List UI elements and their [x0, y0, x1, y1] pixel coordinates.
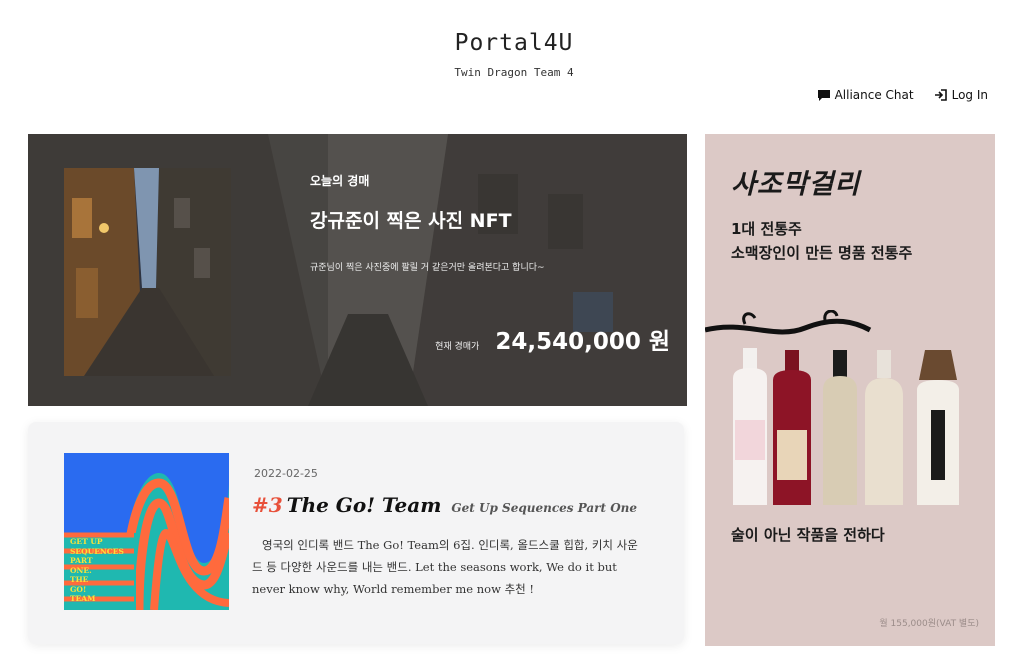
- auction-description: 규준님이 찍은 사진중에 팔릴 거 같은거만 올려본다고 합니다~: [310, 263, 545, 273]
- price-value: 24,540,000 원: [495, 329, 670, 355]
- rank-number: #3: [252, 493, 283, 517]
- album-cover[interactable]: GET UP SEQUENCES PART ONE. THE GO! TEAM: [64, 453, 229, 610]
- album-heading: #3 The Go! Team Get Up Sequences Part On…: [252, 493, 637, 517]
- bottle-lineup-image: [705, 309, 995, 510]
- band-name[interactable]: The Go! Team: [287, 493, 442, 517]
- nft-photo-thumbnail[interactable]: [64, 168, 231, 376]
- auction-price: 현재 경매가 24,540,000 원: [435, 322, 670, 356]
- price-label: 현재 경매가: [435, 342, 480, 352]
- album-art-text-5: GO!: [70, 584, 87, 594]
- auction-title[interactable]: 강규준이 찍은 사진 NFT: [310, 206, 512, 233]
- login-label: Log In: [951, 88, 988, 102]
- album-art-text-1: SEQUENCES: [70, 546, 124, 556]
- login-arrow-icon: [934, 89, 947, 101]
- alliance-chat-link[interactable]: Alliance Chat: [817, 88, 914, 102]
- ad-headline-line2: 소맥장인이 만든 명품 전통주: [731, 244, 913, 262]
- post-date: 2022-02-25: [254, 467, 318, 480]
- chat-bubble-icon: [817, 89, 830, 101]
- album-art-text-3: ONE.: [70, 565, 92, 575]
- auction-hero[interactable]: 오늘의 경매 강규준이 찍은 사진 NFT 규준님이 찍은 사진중에 팔릴 거 …: [28, 134, 687, 406]
- ad-brand-logo: 사조막걸리: [731, 169, 861, 200]
- album-name: Get Up Sequences Part One: [451, 501, 638, 515]
- makgeolli-ad-banner[interactable]: 사조막걸리 1대 전통주 소맥장인이 만든 명품 전통주 술이 아닌 작품을 전…: [705, 134, 995, 646]
- ad-tagline: 술이 아닌 작품을 전하다: [731, 526, 885, 544]
- ad-headline-line1: 1대 전통주: [731, 220, 802, 238]
- site-subtitle: Twin Dragon Team 4: [454, 66, 574, 79]
- album-art-text-0: GET UP: [70, 537, 103, 546]
- album-art-text-6: TEAM: [70, 594, 96, 603]
- auction-info: 오늘의 경매 강규준이 찍은 사진 NFT 규준님이 찍은 사진중에 팔릴 거 …: [310, 134, 670, 406]
- alliance-chat-label: Alliance Chat: [834, 88, 914, 102]
- site-title[interactable]: Portal4U: [0, 30, 1028, 56]
- top-nav: Alliance Chat Log In: [817, 88, 988, 102]
- ad-price: 월 155,000원(VAT 별도): [879, 619, 979, 629]
- album-art-text-4: THE: [70, 575, 89, 584]
- album-recommendation-card[interactable]: GET UP SEQUENCES PART ONE. THE GO! TEAM …: [28, 422, 684, 644]
- login-link[interactable]: Log In: [934, 88, 988, 102]
- album-art-text-2: PART: [70, 556, 93, 565]
- auction-kicker: 오늘의 경매: [310, 174, 370, 188]
- album-description: 영국의 인디록 밴드 The Go! Team의 6집. 인디록, 올드스쿨 힙…: [252, 538, 638, 596]
